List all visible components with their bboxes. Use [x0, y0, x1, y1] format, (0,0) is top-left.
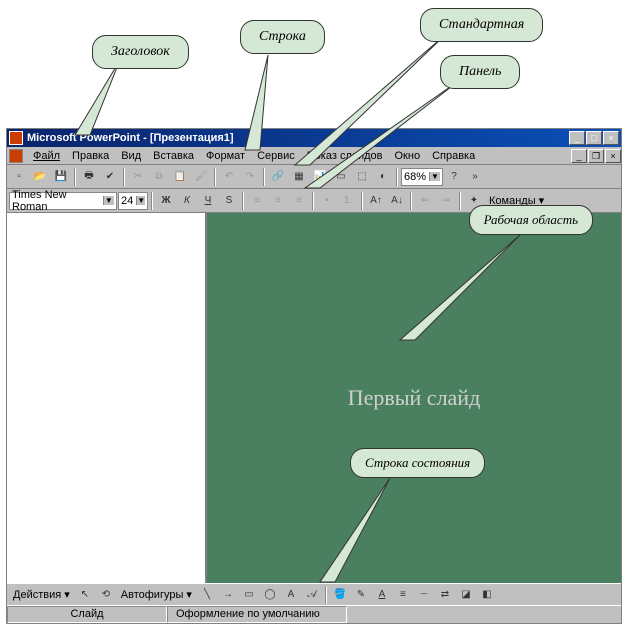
- actions-dropdown[interactable]: Действия ▾: [9, 588, 74, 601]
- callout-standard-toolbar: Стандартная: [420, 8, 543, 42]
- menu-format[interactable]: Формат: [200, 148, 251, 164]
- menu-window[interactable]: Окно: [389, 148, 427, 164]
- zoom-value: 68%: [404, 171, 426, 183]
- decrease-font-icon[interactable]: A↓: [387, 191, 407, 211]
- autoshapes-dropdown[interactable]: Автофигуры ▾: [117, 588, 196, 601]
- format-painter-icon[interactable]: 🖌: [191, 167, 211, 187]
- align-right-icon[interactable]: ≡: [289, 191, 309, 211]
- arrow-icon[interactable]: →: [218, 585, 238, 605]
- callout-workarea: Рабочая область: [469, 205, 593, 235]
- bold-button[interactable]: Ж: [156, 191, 176, 211]
- undo-icon[interactable]: ↶: [219, 167, 239, 187]
- line-color-icon[interactable]: ✎: [351, 585, 371, 605]
- fill-color-icon[interactable]: 🪣: [330, 585, 350, 605]
- titlebar: Microsoft PowerPoint - [Презентация1] _ …: [7, 129, 621, 147]
- callout-menubar: Строка: [240, 20, 325, 54]
- numbering-icon[interactable]: 1.: [338, 191, 358, 211]
- hyperlink-icon[interactable]: 🔗: [268, 167, 288, 187]
- maximize-button[interactable]: □: [586, 131, 602, 145]
- expand-icon[interactable]: ⬚: [352, 167, 372, 187]
- demote-icon[interactable]: ⇒: [436, 191, 456, 211]
- menu-file[interactable]: Файл: [27, 148, 66, 164]
- menu-view[interactable]: Вид: [115, 148, 147, 164]
- oval-icon[interactable]: ◯: [260, 585, 280, 605]
- font-size-combo[interactable]: 24 ▼: [118, 192, 148, 210]
- menu-slideshow[interactable]: Показ слайдов: [301, 148, 389, 164]
- status-slide: Слайд: [7, 606, 167, 623]
- promote-icon[interactable]: ⇐: [415, 191, 435, 211]
- arrow-style-icon[interactable]: ⇄: [435, 585, 455, 605]
- callout-statusbar: Строка состояния: [350, 448, 485, 478]
- line-style-icon[interactable]: ≡: [393, 585, 413, 605]
- menu-tools[interactable]: Сервис: [251, 148, 301, 164]
- textbox-icon[interactable]: A: [281, 585, 301, 605]
- cut-icon[interactable]: ✂: [128, 167, 148, 187]
- bullets-icon[interactable]: •: [317, 191, 337, 211]
- align-left-icon[interactable]: ≡: [247, 191, 267, 211]
- standard-toolbar: ▫ 📂 💾 🖶 ✔ ✂ ⧉ 📋 🖌 ↶ ↷ 🔗 ▦ 📊 ▭ ⬚ ◐ 68% ▼: [7, 165, 621, 189]
- wordart-icon[interactable]: 𝒜: [302, 585, 322, 605]
- menu-help[interactable]: Справка: [426, 148, 481, 164]
- table-icon[interactable]: ▦: [289, 167, 309, 187]
- select-icon[interactable]: ↖: [75, 585, 95, 605]
- grayscale-icon[interactable]: ◐: [373, 167, 393, 187]
- font-name-combo[interactable]: Times New Roman ▼: [9, 192, 117, 210]
- rotate-icon[interactable]: ⟲: [96, 585, 116, 605]
- menu-edit[interactable]: Правка: [66, 148, 115, 164]
- new-slide-icon[interactable]: ▭: [331, 167, 351, 187]
- font-color-icon[interactable]: A: [372, 585, 392, 605]
- app-icon: [9, 131, 23, 145]
- drawing-toolbar: Действия ▾ ↖ ⟲ Автофигуры ▾ ╲ → ▭ ◯ A 𝒜 …: [7, 583, 621, 605]
- redo-icon[interactable]: ↷: [240, 167, 260, 187]
- underline-button[interactable]: Ч: [198, 191, 218, 211]
- menu-insert[interactable]: Вставка: [147, 148, 200, 164]
- menubar: Файл Правка Вид Вставка Формат Сервис По…: [7, 147, 621, 165]
- new-icon[interactable]: ▫: [9, 167, 29, 187]
- status-design: Оформление по умолчанию: [167, 606, 347, 623]
- app-window: Microsoft PowerPoint - [Презентация1] _ …: [6, 128, 622, 624]
- chart-icon[interactable]: 📊: [310, 167, 330, 187]
- outline-pane[interactable]: [7, 213, 207, 583]
- font-size-value: 24: [121, 195, 133, 207]
- doc-icon: [9, 149, 23, 163]
- doc-close-button[interactable]: ×: [605, 149, 621, 163]
- dropdown-arrow-icon: ▼: [429, 172, 440, 181]
- rectangle-icon[interactable]: ▭: [239, 585, 259, 605]
- slide-pane[interactable]: Первый слайд: [207, 213, 621, 583]
- spellcheck-icon[interactable]: ✔: [100, 167, 120, 187]
- zoom-combo[interactable]: 68% ▼: [401, 168, 443, 186]
- window-title: Microsoft PowerPoint - [Презентация1]: [27, 132, 569, 144]
- callout-panel: Панель: [440, 55, 520, 89]
- increase-font-icon[interactable]: A↑: [366, 191, 386, 211]
- doc-minimize-button[interactable]: _: [571, 149, 587, 163]
- print-icon[interactable]: 🖶: [79, 167, 99, 187]
- dash-style-icon[interactable]: ┈: [414, 585, 434, 605]
- slide-title-placeholder[interactable]: Первый слайд: [348, 385, 481, 411]
- minimize-button[interactable]: _: [569, 131, 585, 145]
- 3d-style-icon[interactable]: ◧: [477, 585, 497, 605]
- dropdown-arrow-icon: ▼: [103, 196, 114, 205]
- line-icon[interactable]: ╲: [197, 585, 217, 605]
- align-center-icon[interactable]: ≡: [268, 191, 288, 211]
- paste-icon[interactable]: 📋: [170, 167, 190, 187]
- doc-restore-button[interactable]: ❐: [588, 149, 604, 163]
- dropdown-arrow-icon: ▼: [136, 196, 145, 205]
- callout-title: Заголовок: [92, 35, 189, 69]
- statusbar: Слайд Оформление по умолчанию: [7, 605, 621, 623]
- save-icon[interactable]: 💾: [51, 167, 71, 187]
- close-button[interactable]: ×: [603, 131, 619, 145]
- help-icon[interactable]: ?: [444, 167, 464, 187]
- italic-button[interactable]: К: [177, 191, 197, 211]
- open-icon[interactable]: 📂: [30, 167, 50, 187]
- workspace: Первый слайд: [7, 213, 621, 583]
- shadow-button[interactable]: S: [219, 191, 239, 211]
- copy-icon[interactable]: ⧉: [149, 167, 169, 187]
- more-icon[interactable]: »: [465, 167, 485, 187]
- shadow-style-icon[interactable]: ◪: [456, 585, 476, 605]
- font-name-value: Times New Roman: [12, 189, 100, 213]
